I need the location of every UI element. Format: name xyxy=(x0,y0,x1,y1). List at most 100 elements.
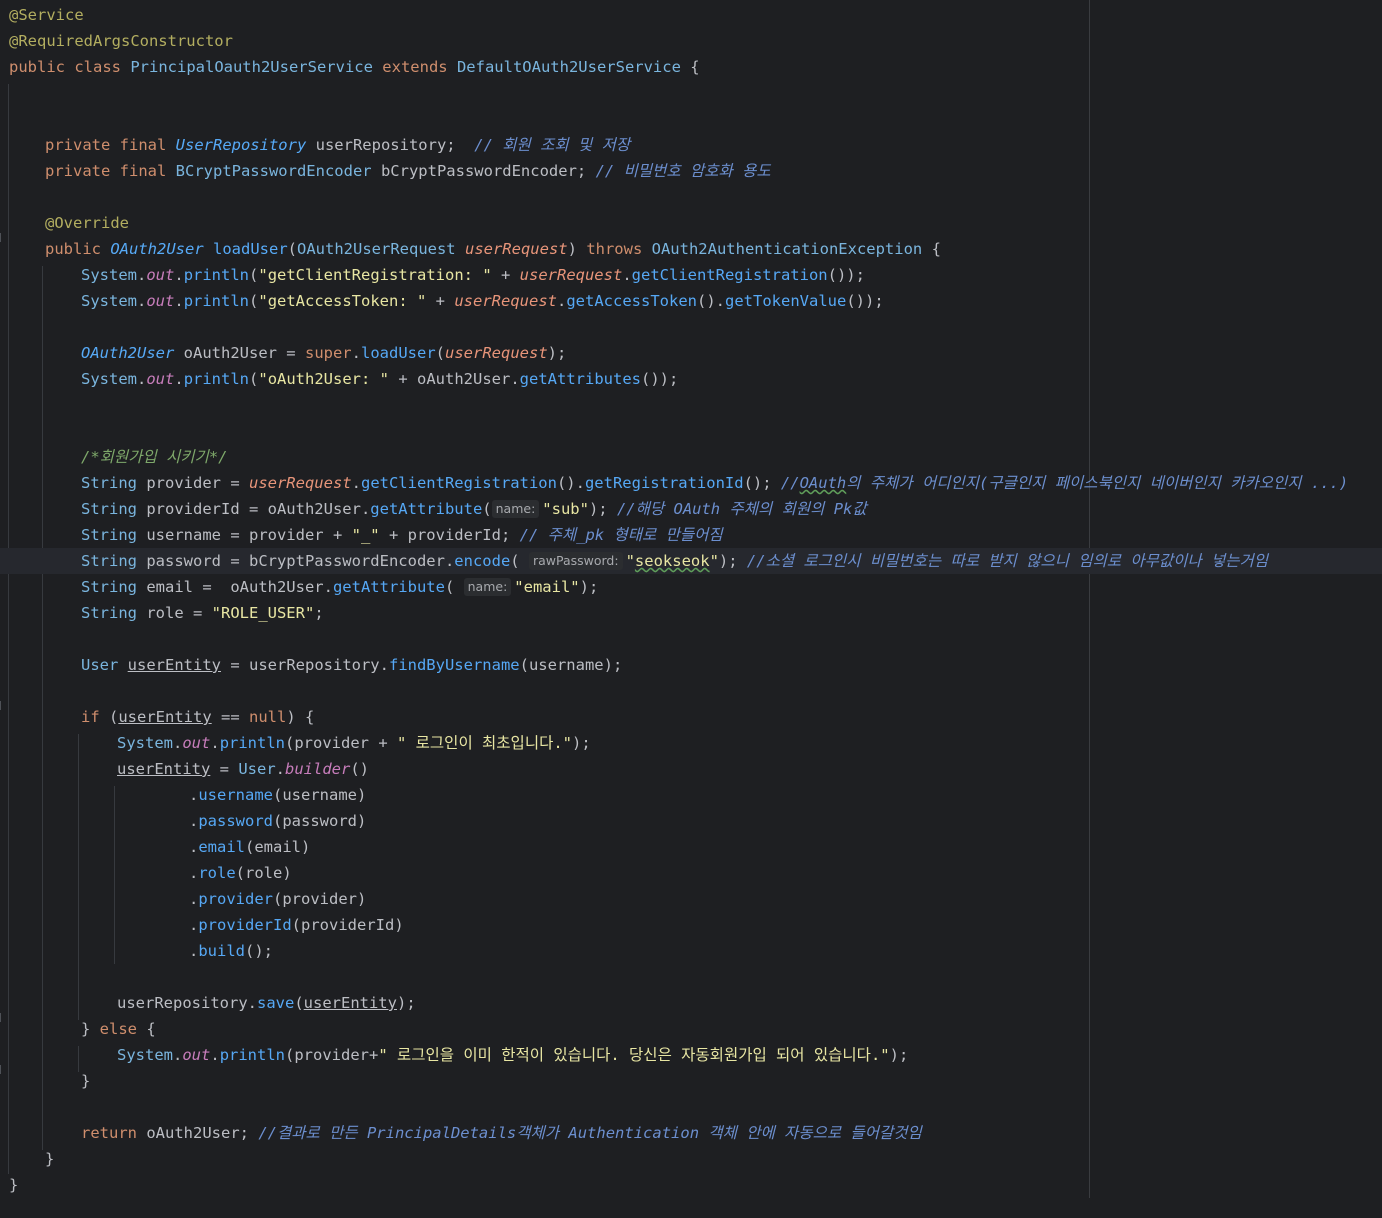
code-token: System xyxy=(117,734,173,752)
fold-marker-icon[interactable] xyxy=(0,1013,9,1022)
code-token: } xyxy=(9,1176,19,1194)
code-line[interactable]: public OAuth2User loadUser(OAuth2UserReq… xyxy=(0,233,1382,262)
code-line[interactable]: return oAuth2User; //결과로 만든 PrincipalDet… xyxy=(0,1120,1382,1146)
code-line[interactable]: String provider = userRequest.getClientR… xyxy=(0,470,1382,496)
code-line[interactable]: System.out.println("getAccessToken: " + … xyxy=(0,288,1382,314)
code-line[interactable]: if (userEntity == null) { xyxy=(0,701,1382,730)
code-line[interactable] xyxy=(0,418,1382,444)
code-line[interactable] xyxy=(0,106,1382,132)
code-line[interactable]: @Service xyxy=(0,2,1382,28)
code-token: oAuth2User = xyxy=(174,344,305,362)
code-token: (); xyxy=(743,474,781,492)
code-token: userRequest xyxy=(445,344,548,362)
code-token: (). xyxy=(556,474,585,492)
code-line[interactable]: } xyxy=(0,1146,1382,1172)
code-token: println xyxy=(183,370,250,388)
code-line[interactable]: System.out.println("getClientRegistratio… xyxy=(0,262,1382,288)
fold-marker-icon[interactable] xyxy=(0,233,9,242)
code-token: User xyxy=(81,656,119,674)
code-token: extends xyxy=(372,58,457,76)
code-token: . xyxy=(189,838,199,856)
code-line[interactable]: public class PrincipalOauth2UserService … xyxy=(0,54,1382,80)
code-token: super xyxy=(304,344,352,362)
parameter-hint: name: xyxy=(491,500,540,518)
code-token: ()); xyxy=(846,292,884,310)
code-line[interactable]: .username(username) xyxy=(0,782,1382,808)
code-line[interactable]: String role = "ROLE_USER"; xyxy=(0,600,1382,626)
code-line[interactable]: .password(password) xyxy=(0,808,1382,834)
code-token: getAttribute xyxy=(332,578,445,596)
code-token: out xyxy=(146,370,175,388)
code-line[interactable]: .email(email) xyxy=(0,834,1382,860)
code-token: (username) xyxy=(273,786,367,804)
code-token: { xyxy=(137,1020,156,1038)
code-token: UserRepository xyxy=(175,136,307,154)
code-line[interactable]: @Override xyxy=(0,210,1382,236)
code-token: out xyxy=(146,266,175,284)
code-token: System xyxy=(81,292,137,310)
code-line[interactable]: System.out.println(provider+" 로그인을 이미 한적… xyxy=(0,1042,1382,1068)
code-token: println xyxy=(183,266,250,284)
code-line[interactable] xyxy=(0,626,1382,652)
code-line[interactable]: userEntity = User.builder() xyxy=(0,756,1382,782)
code-token: { xyxy=(680,58,700,76)
code-line[interactable] xyxy=(0,678,1382,704)
code-token: ( xyxy=(249,266,259,284)
code-token: out xyxy=(146,292,175,310)
code-line[interactable] xyxy=(0,964,1382,990)
code-line[interactable] xyxy=(0,184,1382,210)
code-token: getAttribute xyxy=(370,500,483,518)
code-line[interactable]: userRepository.save(userEntity); xyxy=(0,990,1382,1016)
code-line[interactable]: } xyxy=(0,1172,1382,1198)
fold-marker-icon[interactable] xyxy=(0,701,9,710)
code-line[interactable]: String email = oAuth2User.getAttribute( … xyxy=(0,574,1382,600)
code-token: ( xyxy=(444,578,464,596)
code-line[interactable]: User userEntity = userRepository.findByU… xyxy=(0,652,1382,678)
code-token: String xyxy=(81,526,137,544)
code-token: public xyxy=(45,240,111,258)
code-token: . xyxy=(174,292,184,310)
code-token: ( xyxy=(99,708,119,726)
code-line[interactable]: private final UserRepository userReposit… xyxy=(0,132,1382,158)
code-line[interactable]: .build(); xyxy=(0,938,1382,964)
code-line[interactable]: /*회원가입 시키기*/ xyxy=(0,444,1382,470)
code-token: ); xyxy=(579,578,599,596)
code-token: ( xyxy=(435,344,445,362)
code-token: userEntity xyxy=(117,760,211,778)
code-line[interactable] xyxy=(0,80,1382,106)
code-line[interactable]: private final BCryptPasswordEncoder bCry… xyxy=(0,158,1382,184)
code-line[interactable]: } else { xyxy=(0,1013,1382,1042)
code-token: userRequest xyxy=(464,240,568,258)
code-line[interactable]: .role(role) xyxy=(0,860,1382,886)
code-line[interactable] xyxy=(0,392,1382,418)
code-line[interactable] xyxy=(0,314,1382,340)
code-token: { xyxy=(922,240,941,258)
code-editor[interactable]: @Service @RequiredArgsConstructor public c… xyxy=(0,0,1382,1218)
code-token: username = provider + xyxy=(137,526,352,544)
code-token: getTokenValue xyxy=(725,292,847,310)
code-token: String xyxy=(81,500,137,518)
code-token: ( xyxy=(294,994,304,1012)
code-line[interactable]: @RequiredArgsConstructor xyxy=(0,28,1382,54)
code-line[interactable]: String password = bCryptPasswordEncoder.… xyxy=(0,548,1382,574)
code-line[interactable]: System.out.println("oAuth2User: " + oAut… xyxy=(0,366,1382,392)
code-line[interactable]: String providerId = oAuth2User.getAttrib… xyxy=(0,496,1382,522)
code-line[interactable] xyxy=(0,1094,1382,1120)
fold-marker-icon[interactable] xyxy=(0,1065,9,1074)
code-token: email xyxy=(198,838,246,856)
code-line[interactable]: String username = provider + "_" + provi… xyxy=(0,522,1382,548)
code-line[interactable]: } xyxy=(0,1065,1382,1094)
code-line[interactable]: OAuth2User oAuth2User = super.loadUser(u… xyxy=(0,340,1382,366)
code-token: OAuth2AuthenticationException xyxy=(651,240,923,258)
code-token: provider xyxy=(198,890,273,908)
code-line[interactable]: .provider(provider) xyxy=(0,886,1382,912)
code-token: getAttributes xyxy=(519,370,641,388)
code-token: getAccessToken xyxy=(566,292,697,310)
code-line[interactable]: System.out.println(provider + " 로그인이 최초입… xyxy=(0,730,1382,756)
code-token: " xyxy=(625,552,635,570)
code-token: ( xyxy=(249,292,259,310)
code-line[interactable]: .providerId(providerId) xyxy=(0,912,1382,938)
code-token: builder xyxy=(285,760,351,778)
code-token: . xyxy=(189,786,199,804)
